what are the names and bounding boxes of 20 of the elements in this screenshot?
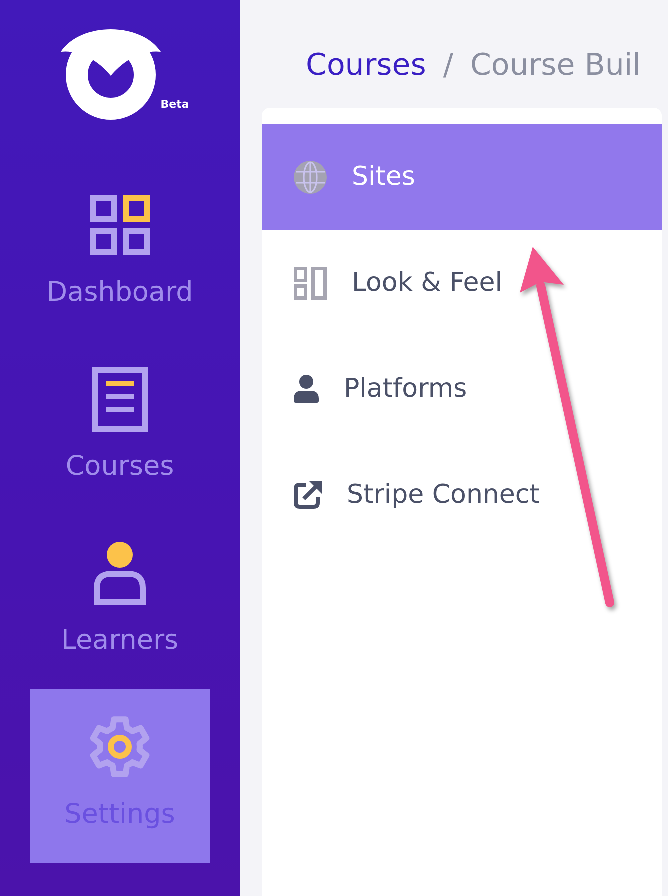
settings-menu-item[interactable]: Look & Feel <box>262 230 662 336</box>
grid-squares-icon <box>90 195 150 255</box>
beta-label: Beta <box>160 98 190 112</box>
settings-menu-item[interactable]: Stripe Connect <box>262 442 662 548</box>
settings-menu-item[interactable]: Sites <box>262 124 662 230</box>
breadcrumb-separator: / <box>443 47 454 85</box>
layout-icon <box>294 266 327 300</box>
globe-icon <box>294 160 327 194</box>
person-icon <box>94 542 146 604</box>
document-icon <box>92 366 148 432</box>
breadcrumb-link[interactable]: Courses <box>306 46 426 86</box>
breadcrumb-current: Course Buil <box>470 47 642 85</box>
logo-icon[interactable] <box>60 28 161 120</box>
settings-menu-item[interactable]: Platforms <box>262 336 662 442</box>
external-link-icon <box>294 481 322 509</box>
sidebar-nav-item[interactable]: Dashboard <box>30 167 210 341</box>
user-icon <box>294 375 319 403</box>
sidebar-nav-item[interactable]: Courses <box>30 341 210 515</box>
gear-icon <box>88 715 152 779</box>
sidebar-nav-item[interactable]: Learners <box>30 515 210 689</box>
